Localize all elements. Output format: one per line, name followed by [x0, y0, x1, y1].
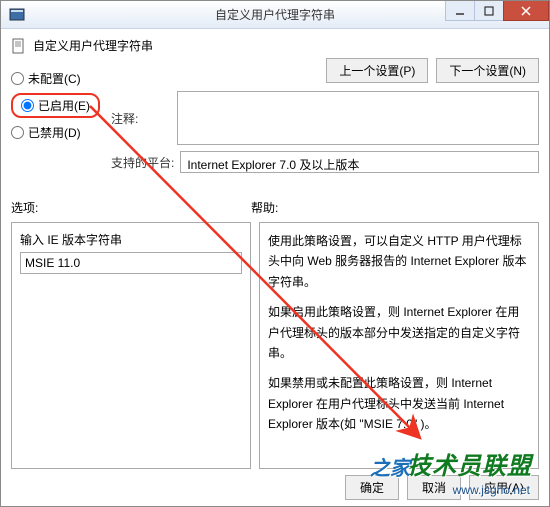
- watermark-main: 技术员联盟: [407, 446, 532, 481]
- radio-disabled[interactable]: [11, 126, 24, 139]
- comment-label: 注释:: [111, 110, 171, 127]
- dialog-window: 自定义用户代理字符串 自定义用户代理字符串 未配置(C): [0, 0, 550, 507]
- ie-version-input[interactable]: [20, 252, 242, 274]
- comment-textarea[interactable]: [177, 91, 539, 145]
- app-icon: [9, 7, 25, 23]
- window-title: 自定义用户代理字符串: [215, 6, 335, 23]
- watermark-blue: 之家: [370, 452, 410, 481]
- prev-setting-button[interactable]: 上一个设置(P): [326, 58, 428, 83]
- platform-label: 支持的平台:: [111, 154, 174, 171]
- help-panel: 使用此策略设置，可以自定义 HTTP 用户代理标头中向 Web 服务器报告的 I…: [259, 222, 539, 469]
- page-heading: 自定义用户代理字符串: [33, 37, 153, 54]
- radio-enabled-label: 已启用(E): [38, 97, 90, 114]
- minimize-button[interactable]: [445, 1, 475, 21]
- help-paragraph-3: 如果禁用或未配置此策略设置，则 Internet Explorer 在用户代理标…: [268, 373, 530, 434]
- options-section-label: 选项:: [11, 199, 251, 216]
- radio-disabled-label: 已禁用(D): [28, 124, 81, 141]
- maximize-button[interactable]: [474, 1, 504, 21]
- radio-enabled-highlight: 已启用(E): [11, 93, 100, 118]
- help-section-label: 帮助:: [251, 199, 278, 216]
- help-paragraph-2: 如果启用此策略设置，则 Internet Explorer 在用户代理标头的版本…: [268, 302, 530, 363]
- titlebar: 自定义用户代理字符串: [1, 1, 549, 29]
- radio-not-configured[interactable]: [11, 72, 24, 85]
- platform-value: Internet Explorer 7.0 及以上版本: [180, 151, 539, 173]
- next-setting-button[interactable]: 下一个设置(N): [436, 58, 539, 83]
- radio-enabled[interactable]: [21, 99, 34, 112]
- page-icon: [11, 38, 27, 54]
- watermark-url: www.jsgho.net: [453, 483, 530, 497]
- radio-not-configured-label: 未配置(C): [28, 70, 81, 87]
- close-button[interactable]: [503, 1, 549, 21]
- option-input-label: 输入 IE 版本字符串: [20, 231, 242, 248]
- help-paragraph-1: 使用此策略设置，可以自定义 HTTP 用户代理标头中向 Web 服务器报告的 I…: [268, 231, 530, 292]
- options-panel: 输入 IE 版本字符串: [11, 222, 251, 469]
